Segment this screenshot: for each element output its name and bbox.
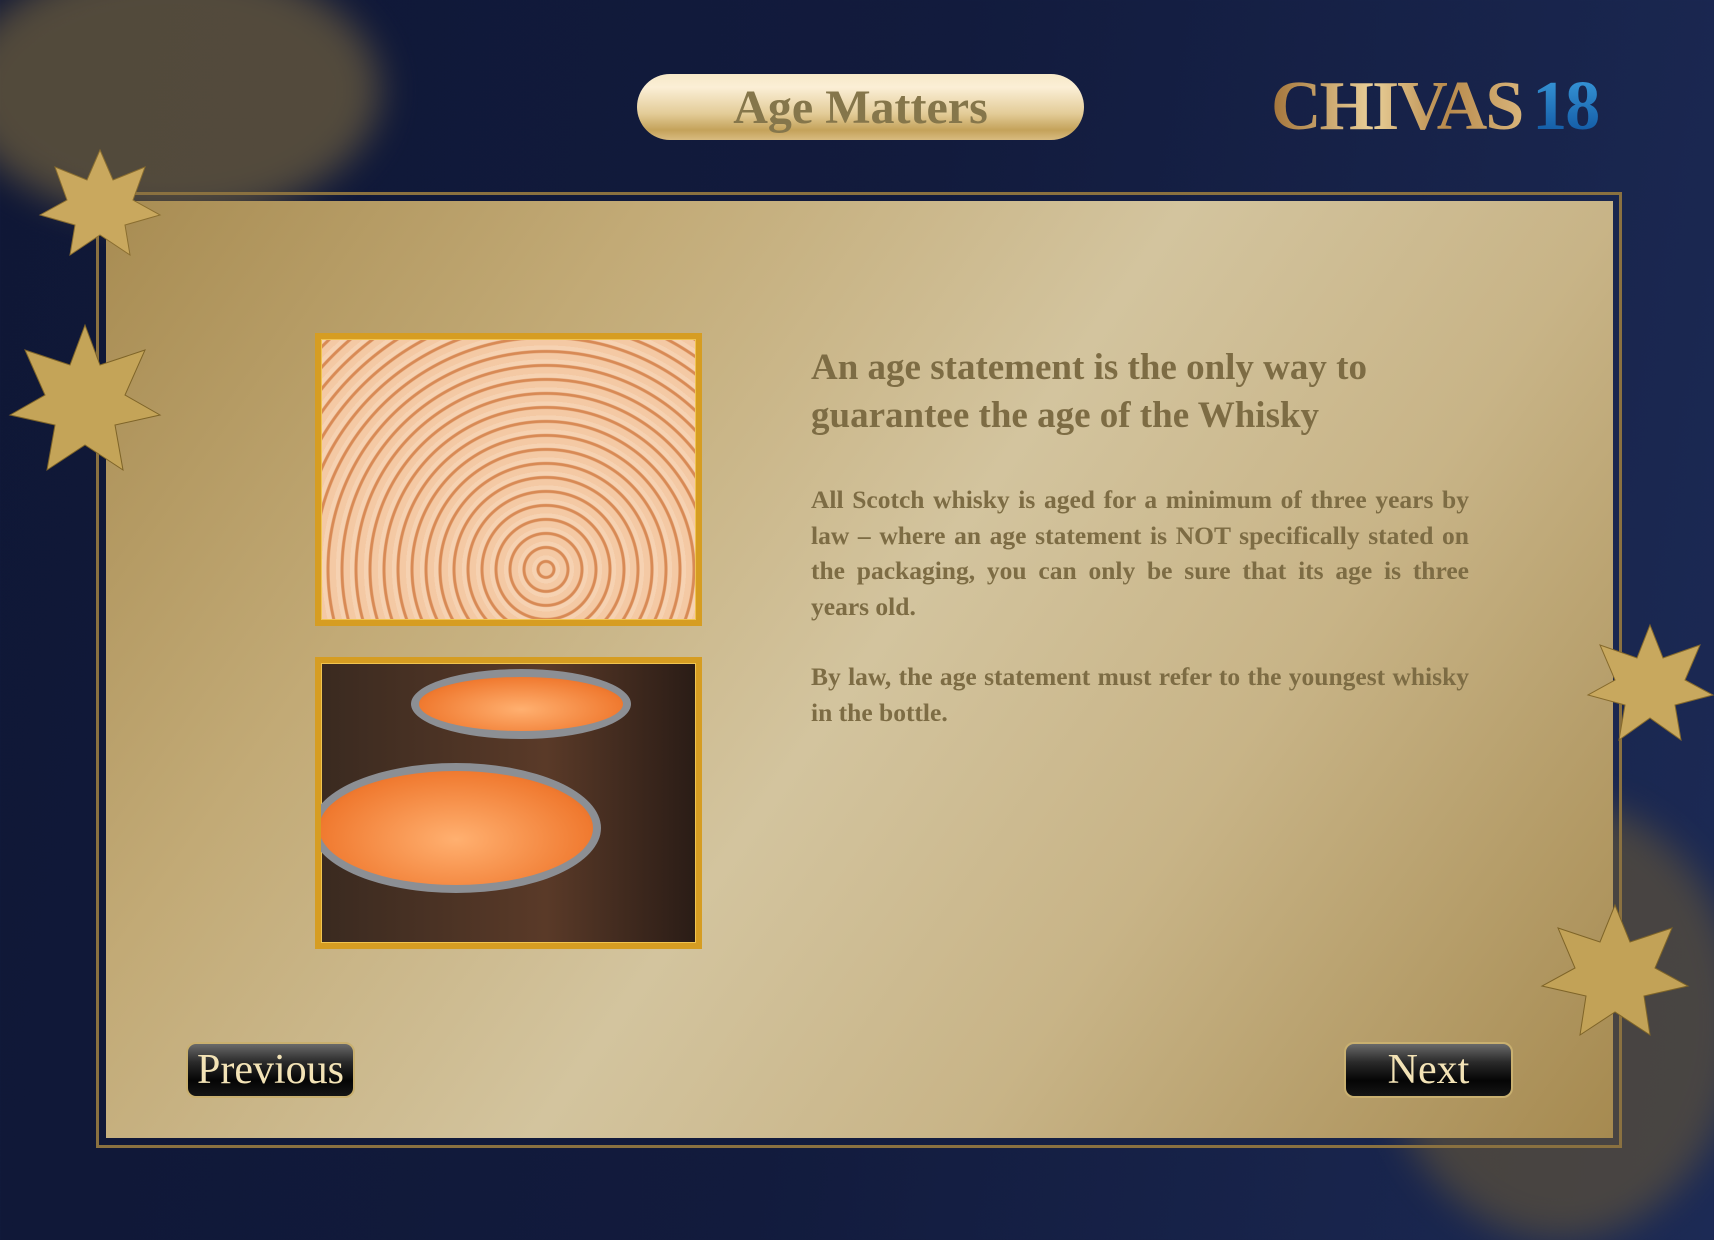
next-button[interactable]: Next: [1344, 1042, 1513, 1098]
article-paragraph: All Scotch whisky is aged for a minimum …: [811, 485, 1469, 621]
barrels-image: [315, 657, 702, 949]
maple-leaf-icon: [1540, 903, 1690, 1037]
page-title: Age Matters: [637, 74, 1084, 140]
maple-leaf-icon: [1586, 623, 1714, 742]
article: An age statement is the only way to guar…: [811, 344, 1469, 730]
maple-leaf-icon: [38, 148, 162, 257]
previous-button[interactable]: Previous: [186, 1042, 355, 1098]
chivas-logo: CHIVAS 18: [1271, 68, 1600, 145]
article-paragraph: By law, the age statement must refer to …: [811, 662, 1469, 727]
maple-leaf-icon: [8, 323, 162, 472]
article-heading: An age statement is the only way to guar…: [811, 347, 1367, 436]
tree-rings-image: [315, 333, 702, 626]
